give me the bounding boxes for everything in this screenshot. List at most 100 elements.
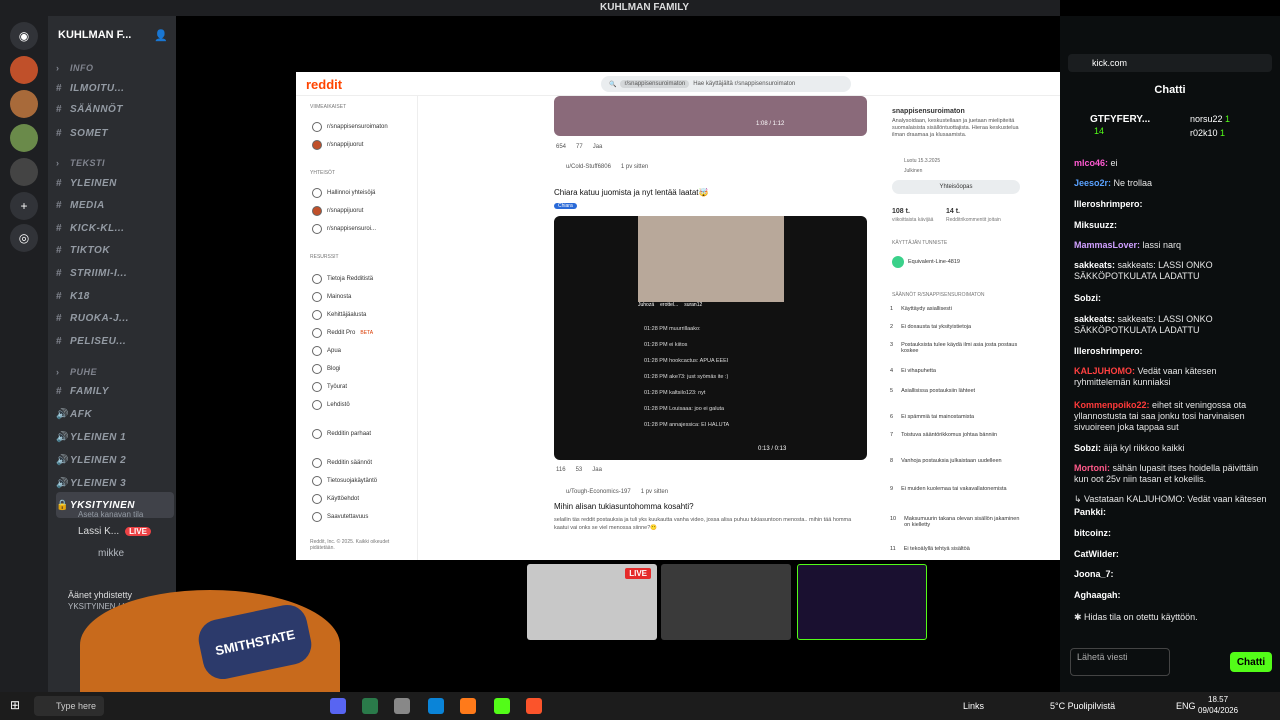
comment-count[interactable]: 77: [576, 144, 583, 150]
clock-time[interactable]: 18.57: [1208, 695, 1228, 704]
resource-link[interactable]: Blogi: [312, 364, 340, 374]
rule-item[interactable]: 5 Asiallisissa postauksiin lähteet: [890, 388, 1020, 394]
section-resources[interactable]: RESURSSIT: [310, 254, 339, 260]
rule-item[interactable]: 2 Ei doxausta tai yksityistietoja: [890, 324, 1020, 330]
url-bar[interactable]: kick.com: [1068, 54, 1272, 72]
channel-status[interactable]: Aseta kanavan tila: [78, 510, 143, 519]
user-flair[interactable]: Equivalent-Line-4819: [892, 256, 960, 268]
sidebar-item[interactable]: r/snappisensuroimaton: [312, 122, 388, 132]
channel-item[interactable]: # RUOKA-J...: [56, 308, 174, 328]
top-user[interactable]: norsu22 1: [1190, 114, 1230, 124]
post-flair[interactable]: Chiara: [554, 203, 577, 209]
clock-date[interactable]: 09/04/2026: [1198, 706, 1238, 715]
voice-user[interactable]: Lassi K... LIVE: [78, 526, 151, 537]
resource-link[interactable]: Lehdistö: [312, 400, 350, 410]
weather[interactable]: 5°C Puolipilvistä: [1050, 701, 1115, 711]
voice-user[interactable]: mikke: [98, 548, 124, 559]
rule-item[interactable]: 4 Ei vihapuhetta: [890, 368, 1020, 374]
chat-message[interactable]: CatWilder:: [1074, 549, 1274, 560]
add-user-icon[interactable]: 👤: [154, 29, 168, 42]
channel-item[interactable]: # FAMILY: [56, 381, 174, 401]
resource-link[interactable]: Tietoja Redditistä: [312, 274, 373, 284]
channel-item[interactable]: # MEDIA: [56, 195, 174, 215]
resource-link[interactable]: Redditin säännöt: [312, 458, 372, 468]
resource-link[interactable]: Redditin parhaat: [312, 429, 371, 439]
discord-home-icon[interactable]: ◉: [10, 22, 38, 50]
chat-message[interactable]: ✱ Hidas tila on otettu käyttöön.: [1074, 612, 1274, 623]
rule-item[interactable]: 6 Ei spämmiä tai mainostamista: [890, 414, 1020, 420]
channel-item[interactable]: # SOMET: [56, 123, 174, 143]
brave-icon[interactable]: [526, 698, 542, 714]
app-icon[interactable]: [394, 698, 410, 714]
post-user[interactable]: u/Tough-Economics-197: [566, 489, 631, 495]
add-server-icon[interactable]: +: [10, 192, 38, 220]
stream-thumbnail[interactable]: LIVE: [527, 564, 657, 640]
search-chip[interactable]: r/snappisensuroimaton: [620, 80, 690, 88]
video-player[interactable]: Juhozä erottel... suran12 01:28 PM muurril…: [554, 216, 867, 460]
chat-message[interactable]: sakkeats: sakkeats: LASSI ONKO SÄKKÖPOTK…: [1074, 260, 1274, 282]
taskbar-search[interactable]: Type here: [34, 696, 104, 716]
top-user[interactable]: r02k10 1: [1190, 128, 1225, 138]
rule-item[interactable]: 10 Maksumuurin takana olevan sisällön jak…: [890, 516, 1020, 528]
sidebar-item[interactable]: r/snappijuorut: [312, 206, 363, 216]
channel-item[interactable]: # PELISEU...: [56, 331, 174, 351]
chat-message[interactable]: Illeroshrimpero:: [1074, 199, 1274, 210]
resource-link[interactable]: Tietosuojakäytäntö: [312, 476, 377, 486]
search-input[interactable]: 🔍 r/snappisensuroimaton Hae käyttäjältä …: [601, 76, 851, 92]
chat-message[interactable]: Jeeso2r: Ne trollaa: [1074, 178, 1274, 189]
server-icon[interactable]: [10, 56, 38, 84]
chat-message[interactable]: bitcoinz:: [1074, 528, 1274, 539]
channel-item[interactable]: # K18: [56, 286, 174, 306]
chat-message[interactable]: Sobzi:: [1074, 293, 1274, 304]
chat-message[interactable]: Aghaagah:: [1074, 590, 1274, 601]
channel-item[interactable]: # KICK-KL...: [56, 218, 174, 238]
stream-thumbnail[interactable]: [661, 564, 791, 640]
chat-message[interactable]: Illeroshrimpero:: [1074, 346, 1274, 357]
chat-message[interactable]: sakkeats: sakkeats: LASSI ONKO SÄKKÖPOTK…: [1074, 314, 1274, 336]
post-title[interactable]: Mihin alisan tukiasuntohomma kosahti?: [554, 502, 694, 511]
chat-message[interactable]: Sobzi: äijä kyl riikkoo kaikki: [1074, 443, 1274, 454]
vote-count[interactable]: 116: [556, 467, 566, 473]
chat-message[interactable]: KALJUHOMO: Vedät vaan kätesen ryhmittele…: [1074, 366, 1274, 388]
explore-icon[interactable]: ◎: [10, 224, 38, 252]
app-icon[interactable]: [362, 698, 378, 714]
channel-category[interactable]: › PUHE: [56, 362, 174, 382]
channel-item[interactable]: 🔊 AFK: [56, 404, 174, 424]
manage-communities[interactable]: Hallinnoi yhteisöjä: [312, 188, 375, 198]
edge-icon[interactable]: [428, 698, 444, 714]
share-button[interactable]: Jaa: [592, 467, 602, 473]
chat-message[interactable]: Miksuuzz:: [1074, 220, 1274, 231]
resource-link[interactable]: Käyttöehdot: [312, 494, 359, 504]
send-button[interactable]: Chatti: [1230, 652, 1272, 672]
channel-item[interactable]: # SÄÄNNÖT: [56, 99, 174, 119]
resource-link[interactable]: Kehittäjäalusta: [312, 310, 366, 320]
vote-count[interactable]: 654: [556, 144, 566, 150]
channel-item[interactable]: # YLEINEN: [56, 173, 174, 193]
guide-button[interactable]: Yhteisöopas: [892, 180, 1020, 194]
channel-item[interactable]: # ILMOITU...: [56, 78, 174, 98]
resource-link[interactable]: Apua: [312, 346, 341, 356]
channel-category[interactable]: › INFO: [56, 58, 174, 78]
links-toolbar[interactable]: Links: [963, 701, 984, 711]
chat-message[interactable]: MammasLover: lassi narq: [1074, 240, 1274, 251]
start-icon[interactable]: ⊞: [10, 698, 20, 712]
video-player[interactable]: 1:08 / 1:12: [554, 96, 867, 136]
share-button[interactable]: Jaa: [593, 144, 603, 150]
sidebar-item[interactable]: r/snappijuorut: [312, 140, 363, 150]
post-user[interactable]: u/Cold-Stuff6806: [566, 164, 611, 170]
channel-item[interactable]: 🔊 YLEINEN 2: [56, 450, 174, 470]
stream-thumbnail[interactable]: [797, 564, 927, 640]
rule-item[interactable]: 9 Ei muiden kuolemaa tai vakavallatonemis…: [890, 486, 1020, 492]
rule-item[interactable]: 11 Ei tekoälyllä tehtyä sisältöä: [890, 546, 1020, 552]
channel-category[interactable]: › TEKSTI: [56, 153, 174, 173]
language[interactable]: ENG: [1176, 701, 1196, 711]
reddit-logo[interactable]: reddit: [306, 77, 342, 92]
chat-message[interactable]: Mortoni: sähän lupasit itses hoidella pä…: [1074, 463, 1274, 485]
section-communities[interactable]: YHTEISÖT: [310, 170, 335, 176]
section-recent[interactable]: VIIMEAIKAISET: [310, 104, 346, 110]
server-icon[interactable]: [10, 124, 38, 152]
resource-link[interactable]: Reddit Pro BETA: [312, 328, 373, 338]
resource-link[interactable]: Mainosta: [312, 292, 351, 302]
resource-link[interactable]: Työurat: [312, 382, 347, 392]
post-title[interactable]: Chiara katuu juomista ja nyt lentää laat…: [554, 188, 709, 197]
